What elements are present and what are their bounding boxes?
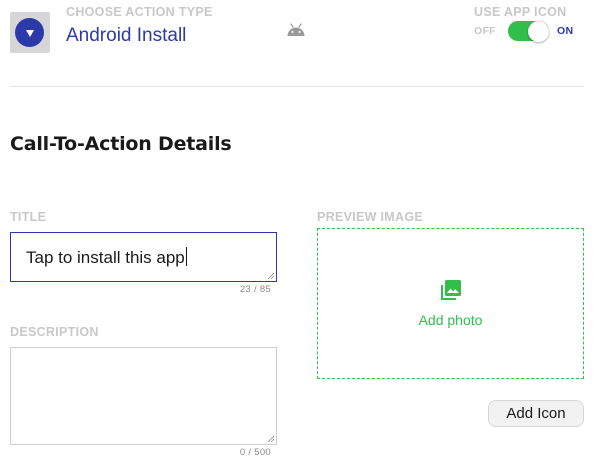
add-icon-button[interactable]: Add Icon	[488, 400, 584, 427]
toggle-knob	[528, 20, 549, 42]
description-char-counter: 0 / 500	[239, 447, 271, 458]
description-label: DESCRIPTION	[10, 325, 99, 339]
title-char-counter: 23 / 85	[239, 284, 271, 295]
add-photo-link[interactable]: Add photo	[318, 312, 583, 328]
resize-handle-icon[interactable]	[267, 272, 274, 279]
action-type-label: CHOOSE ACTION TYPE	[66, 5, 213, 19]
dropdown-circle	[15, 18, 44, 47]
action-type-value[interactable]: Android Install	[66, 25, 186, 47]
preview-image-dropzone[interactable]: Add photo	[317, 228, 584, 379]
use-app-icon-label: USE APP ICON	[474, 5, 567, 19]
use-app-icon-toggle[interactable]	[508, 20, 549, 42]
title-label: TITLE	[10, 210, 47, 224]
photo-library-icon	[441, 280, 461, 300]
header-divider	[10, 86, 584, 87]
action-type-dropdown-button[interactable]	[10, 12, 50, 53]
preview-image-label: PREVIEW IMAGE	[317, 210, 423, 224]
description-textarea[interactable]	[10, 347, 277, 445]
title-input[interactable]: Tap to install this app	[10, 232, 277, 282]
section-title: Call-To-Action Details	[10, 133, 232, 155]
android-icon	[287, 23, 305, 36]
title-input-value: Tap to install this app	[26, 247, 187, 267]
chevron-down-icon	[25, 30, 34, 37]
text-cursor	[185, 247, 187, 266]
toggle-off-label: OFF	[474, 25, 496, 37]
resize-handle-icon[interactable]	[267, 435, 274, 442]
toggle-on-label: ON	[557, 25, 574, 37]
